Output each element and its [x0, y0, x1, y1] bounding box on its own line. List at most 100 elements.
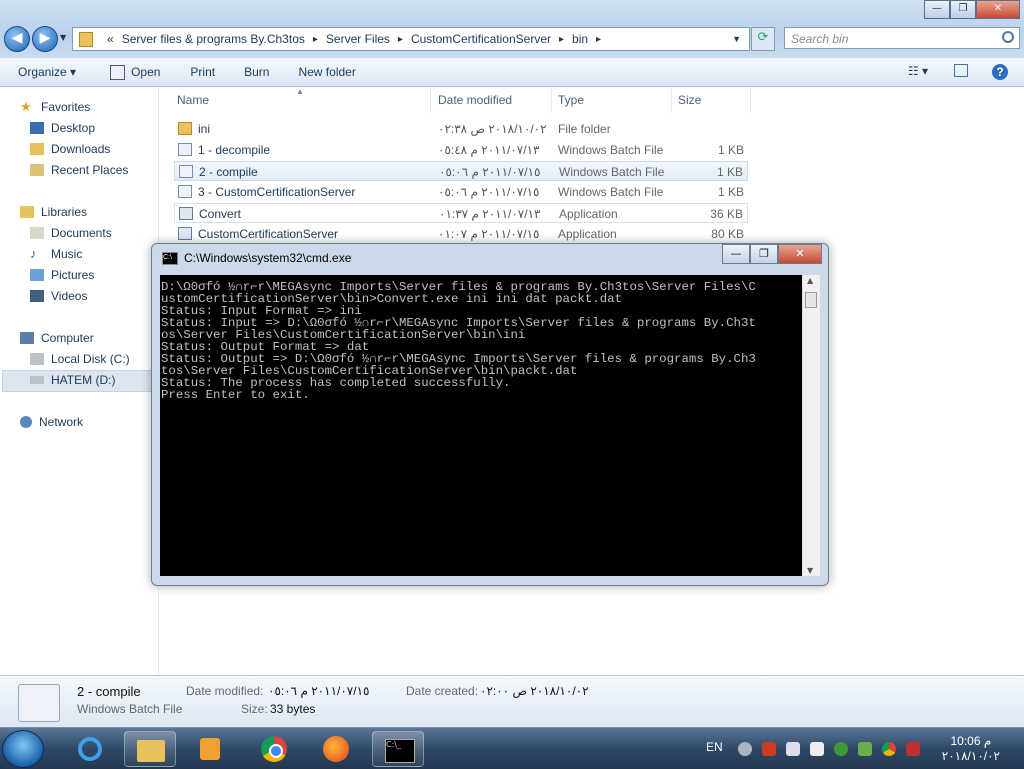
search-input[interactable]: Search bin	[784, 27, 1020, 49]
scroll-down-icon[interactable]: ▼	[807, 566, 813, 575]
start-button[interactable]	[2, 730, 44, 768]
media-player-icon[interactable]	[184, 731, 236, 767]
close-icon[interactable]: ✕	[976, 0, 1020, 19]
console-scrollbar[interactable]: ▲ ▼	[802, 275, 820, 576]
videos-icon	[30, 290, 44, 302]
maximize-icon[interactable]: ❐	[750, 244, 778, 264]
chevron-right-icon[interactable]: ▸	[559, 34, 564, 45]
nav-hatem-drive[interactable]: HATEM (D:)	[30, 371, 115, 389]
column-header-size[interactable]: Size	[678, 93, 701, 107]
breadcrumb-1[interactable]: Server files & programs By.Ch3tos	[122, 32, 305, 46]
nav-network[interactable]: Network	[20, 413, 83, 431]
file-date: ٢٠١١/٠٧/١٣ م ٠١:٣٧	[439, 207, 541, 221]
column-header-name[interactable]: Name	[177, 93, 209, 107]
refresh-button[interactable]: ⟳	[751, 27, 775, 51]
volume-icon[interactable]	[786, 742, 800, 756]
search-icon[interactable]	[1002, 31, 1014, 43]
breadcrumb-4[interactable]: bin	[572, 32, 588, 46]
print-button[interactable]: Print	[190, 65, 215, 79]
minimize-icon[interactable]: —	[924, 0, 950, 19]
column-header-date[interactable]: Date modified	[438, 93, 512, 107]
tray-sync-icon[interactable]	[834, 742, 848, 756]
details-file-name: 2 - compile	[77, 684, 141, 699]
batch-file-large-icon	[18, 684, 60, 722]
recent-pages-icon[interactable]: ▼	[60, 33, 66, 42]
tray-network-icon[interactable]	[858, 742, 872, 756]
column-header-type[interactable]: Type	[558, 93, 584, 107]
tray-app-icon[interactable]	[738, 742, 752, 756]
cmd-window[interactable]: C:\ C:\Windows\system32\cmd.exe — ❐ ✕ D:…	[151, 243, 829, 586]
taskbar-clock[interactable]: 10:06 م ٢٠١٨/١٠/٠٢	[942, 734, 1000, 764]
details-size-value: 33 bytes	[270, 702, 316, 716]
back-button[interactable]: ◀	[4, 26, 30, 52]
nav-local-disk[interactable]: Local Disk (C:)	[30, 350, 130, 368]
column-separator[interactable]	[750, 87, 751, 113]
file-explorer-icon[interactable]	[124, 731, 176, 767]
scrollbar-thumb[interactable]	[805, 292, 817, 308]
details-pane: 2 - compile Windows Batch File Date modi…	[0, 675, 1024, 728]
pictures-icon	[30, 269, 44, 281]
burn-button[interactable]: Burn	[244, 65, 269, 79]
file-row[interactable]: CustomCertificationServer ٢٠١١/٠٧/١٥ م ٠…	[174, 224, 748, 244]
chevron-right-icon[interactable]: ▸	[596, 34, 601, 45]
scroll-up-icon[interactable]: ▲	[807, 276, 813, 285]
nav-music[interactable]: ♪ Music	[30, 245, 82, 263]
tray-device-icon[interactable]	[810, 742, 824, 756]
address-prefix[interactable]: «	[107, 32, 114, 46]
cmd-icon: C:\	[162, 251, 178, 265]
application-icon	[178, 227, 192, 240]
internet-explorer-icon[interactable]	[64, 731, 116, 767]
file-row-selected[interactable]: 2 - compile ٢٠١١/٠٧/١٥ م ٠٥:٠٦ Windows B…	[174, 161, 748, 181]
file-row[interactable]: 1 - decompile ٢٠١١/٠٧/١٣ م ٠٥:٤٨ Windows…	[174, 140, 748, 160]
tray-chrome-icon[interactable]	[882, 742, 896, 756]
view-options-icon[interactable]: ☷ ▾	[908, 64, 928, 80]
column-separator[interactable]	[551, 87, 552, 113]
tray-alert-icon[interactable]	[762, 742, 776, 756]
tray-flag-icon[interactable]	[906, 742, 920, 756]
forward-button[interactable]: ▶	[32, 26, 58, 52]
file-row[interactable]: 3 - CustomCertificationServer ٢٠١١/٠٧/١٥…	[174, 182, 748, 202]
breadcrumb-2[interactable]: Server Files	[326, 32, 390, 46]
file-row-hover[interactable]: Convert ٢٠١١/٠٧/١٣ م ٠١:٣٧ Application 3…	[174, 203, 748, 223]
chevron-right-icon[interactable]: ▸	[313, 34, 318, 45]
organize-button[interactable]: Organize ▾	[18, 65, 76, 79]
drive-icon	[30, 353, 44, 365]
maximize-icon[interactable]: ❐	[950, 0, 976, 19]
open-button[interactable]: Open	[131, 65, 160, 79]
nav-videos[interactable]: Videos	[30, 287, 87, 305]
help-icon[interactable]: ?	[992, 64, 1008, 80]
chevron-right-icon[interactable]: ▸	[398, 34, 403, 45]
nav-label: Favorites	[41, 100, 91, 114]
clock-time: 10:06 م	[950, 734, 992, 748]
nav-desktop[interactable]: Desktop	[30, 119, 95, 137]
sort-ascending-icon: ▲	[296, 87, 304, 96]
open-icon[interactable]	[110, 64, 126, 80]
chrome-icon[interactable]	[248, 731, 300, 767]
address-dropdown-icon[interactable]: ▼	[732, 34, 741, 44]
details-created-label: Date created:	[406, 684, 479, 698]
minimize-icon[interactable]: —	[722, 244, 750, 264]
console-output[interactable]: D:\Ω0σfó ½∩r⌐r\MEGAsync Imports\Server f…	[160, 275, 802, 576]
preview-pane-icon[interactable]	[954, 64, 968, 77]
nav-recent[interactable]: Recent Places	[30, 161, 128, 179]
breadcrumb-3[interactable]: CustomCertificationServer	[411, 32, 551, 46]
nav-documents[interactable]: Documents	[30, 224, 112, 242]
firefox-icon[interactable]	[310, 731, 362, 767]
cmd-taskbar-icon[interactable]: C:\_	[372, 731, 424, 767]
column-separator[interactable]	[430, 87, 431, 113]
column-separator[interactable]	[671, 87, 672, 113]
drive-icon	[30, 376, 44, 384]
music-icon: ♪	[30, 246, 37, 261]
close-icon[interactable]: ✕	[778, 244, 822, 264]
new-folder-button[interactable]: New folder	[298, 65, 355, 79]
nav-libraries[interactable]: Libraries	[20, 203, 87, 221]
nav-favorites[interactable]: ★ Favorites	[20, 98, 90, 116]
language-indicator[interactable]: EN	[706, 740, 723, 754]
nav-downloads[interactable]: Downloads	[30, 140, 110, 158]
nav-computer[interactable]: Computer	[20, 329, 94, 347]
file-row[interactable]: ini ٢٠١٨/١٠/٠٢ ص ٠٢:٣٨ File folder	[174, 119, 748, 139]
nav-pictures[interactable]: Pictures	[30, 266, 94, 284]
cmd-title-bar[interactable]: C:\ C:\Windows\system32\cmd.exe	[162, 251, 351, 265]
address-bar[interactable]: « Server files & programs By.Ch3tos ▸ Ser…	[72, 27, 750, 51]
file-type: Application	[558, 227, 617, 241]
